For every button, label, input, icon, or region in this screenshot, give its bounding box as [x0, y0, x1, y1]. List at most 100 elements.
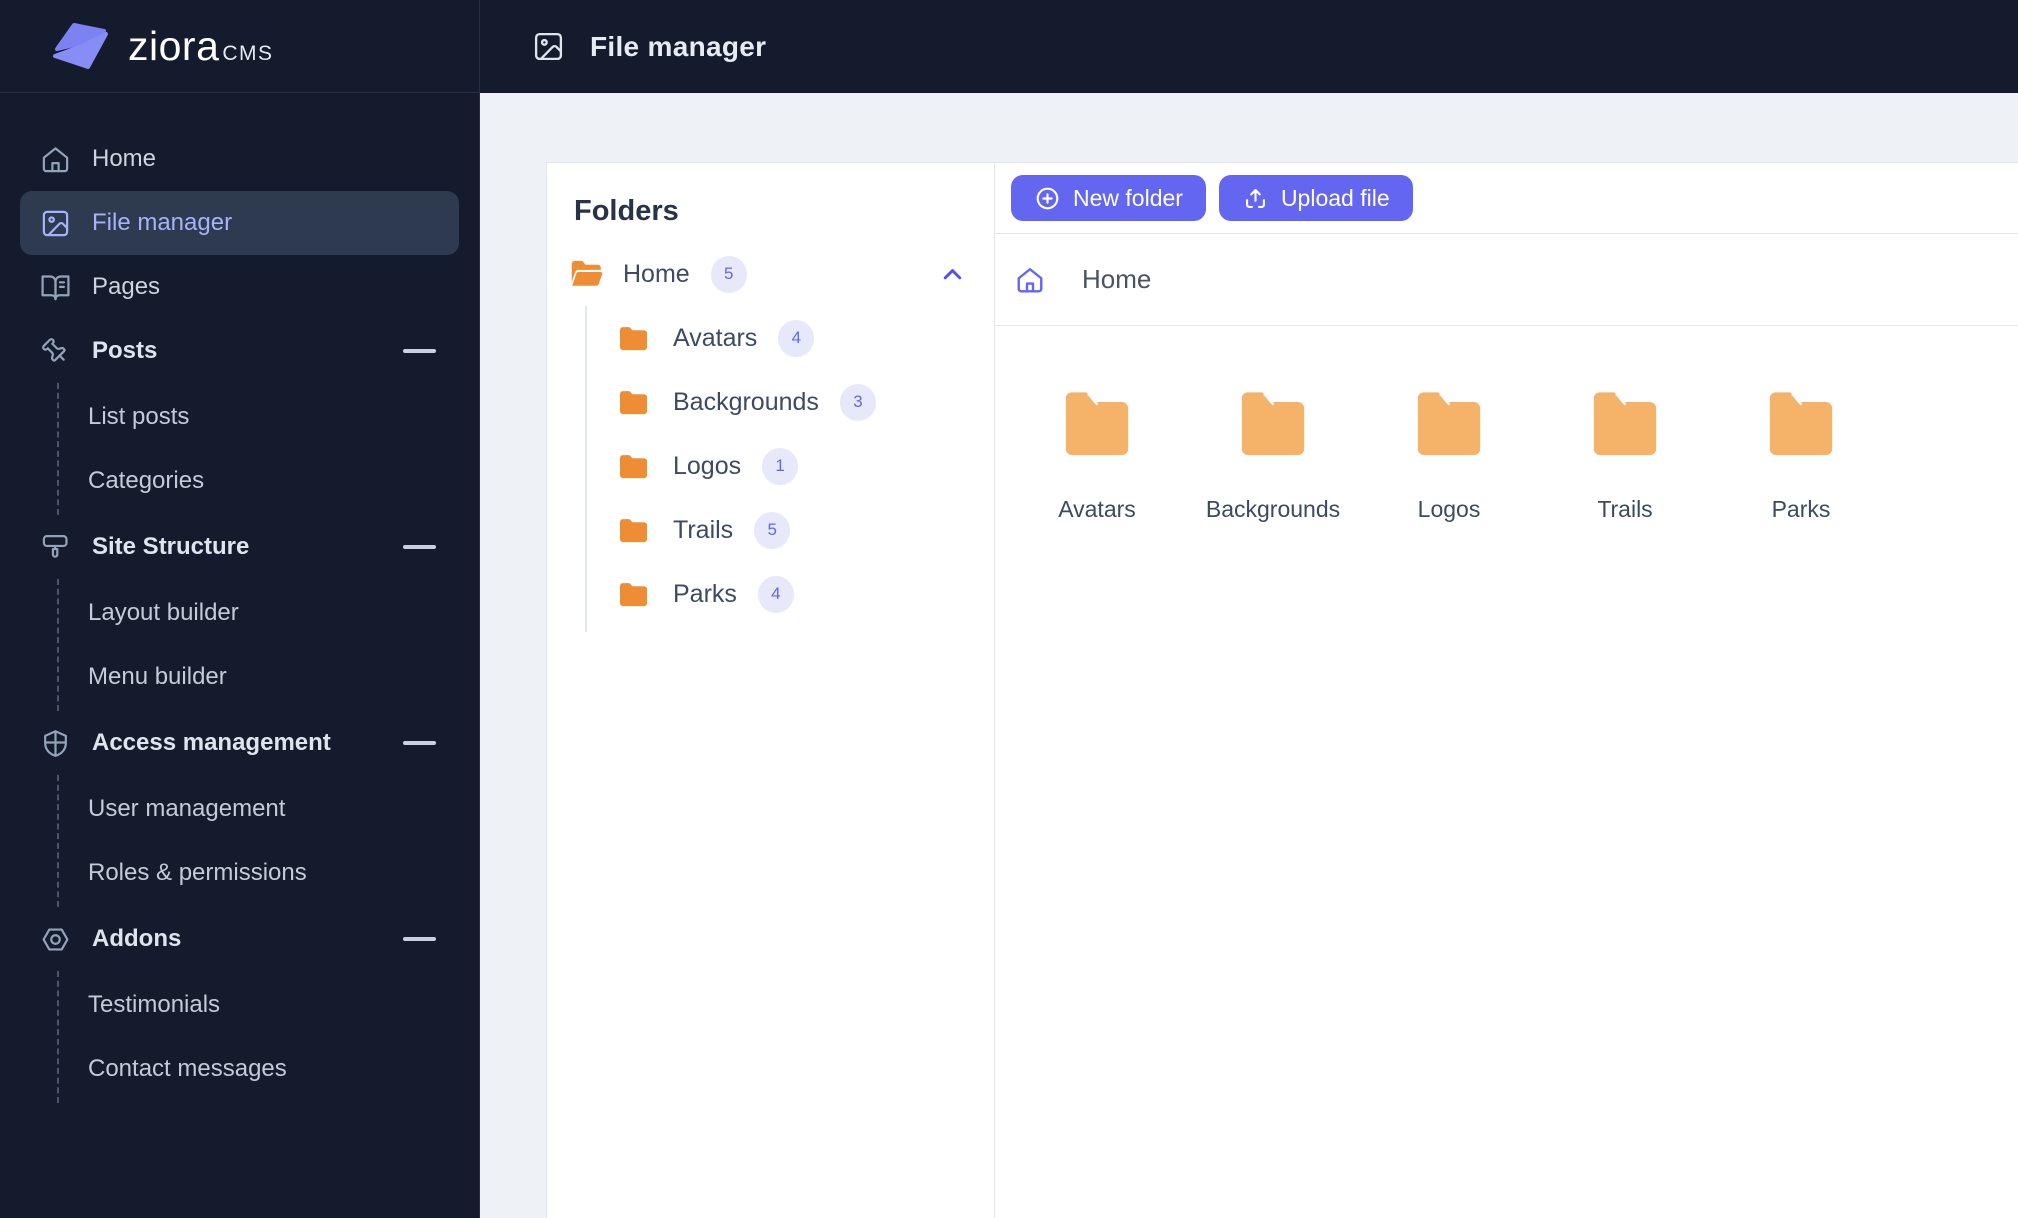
- folders-pane-title: Folders: [574, 195, 679, 227]
- shield-icon: [44, 729, 67, 757]
- grid-folder-avatars[interactable]: Avatars: [1022, 386, 1172, 523]
- sidebar-group-access-management[interactable]: Access management: [20, 711, 459, 775]
- sidebar-item-file-manager[interactable]: File manager: [20, 191, 459, 255]
- sidebar-item-label: Pages: [92, 273, 161, 300]
- sidebar-subgroup-posts: List posts Categories: [57, 383, 479, 515]
- grid-folder-label: Parks: [1771, 496, 1831, 522]
- folder-count-badge: 1: [762, 447, 799, 485]
- folder-count-badge: 5: [710, 255, 747, 293]
- tree-item-label: Trails: [673, 515, 734, 544]
- sidebar-group-site-structure[interactable]: Site Structure: [20, 515, 459, 579]
- grid-folder-backgrounds[interactable]: Backgrounds: [1198, 386, 1348, 523]
- grid-folder-trails[interactable]: Trails: [1550, 386, 1700, 523]
- tree-item-backgrounds[interactable]: Backgrounds 3: [587, 370, 994, 434]
- breadcrumb: Home: [995, 234, 2018, 326]
- sidebar-subgroup-access-management: User management Roles & permissions: [57, 775, 479, 907]
- tree-item-logos[interactable]: Logos 1: [587, 434, 994, 498]
- brand-logo-icon: [53, 23, 108, 69]
- collapse-minus-icon[interactable]: [403, 545, 436, 549]
- new-folder-button[interactable]: New folder: [1011, 175, 1206, 221]
- file-manager-card: Folders Home 5 Avatars 4 Backgrounds 3 L…: [546, 162, 2018, 1218]
- folder-icon: [1065, 392, 1129, 456]
- sidebar-group-label: Site Structure: [92, 533, 250, 560]
- sidebar-item-user-management[interactable]: User management: [59, 777, 479, 841]
- folder-tree: Home 5 Avatars 4 Backgrounds 3 Logos 1 T…: [547, 242, 994, 632]
- upload-icon: [1245, 188, 1265, 208]
- sidebar-item-label: Layout builder: [88, 599, 239, 626]
- paint-roller-icon: [42, 534, 68, 558]
- sidebar-item-label: User management: [88, 795, 286, 822]
- tree-item-home[interactable]: Home 5: [547, 242, 994, 306]
- folder-count-badge: 3: [839, 383, 876, 421]
- sidebar-item-contact-messages[interactable]: Contact messages: [59, 1037, 479, 1101]
- collapse-minus-icon[interactable]: [403, 937, 436, 941]
- sidebar-item-menu-builder[interactable]: Menu builder: [59, 645, 479, 709]
- sidebar-subgroup-addons: Testimonials Contact messages: [57, 971, 479, 1103]
- sidebar-item-pages[interactable]: Pages: [20, 255, 459, 319]
- sidebar-item-label: Roles & permissions: [88, 859, 307, 886]
- upload-file-button[interactable]: Upload file: [1218, 175, 1413, 221]
- folder-icon: [620, 518, 647, 542]
- home-icon[interactable]: [1015, 265, 1045, 295]
- sidebar-group-posts[interactable]: Posts: [20, 319, 459, 383]
- sidebar-item-categories[interactable]: Categories: [59, 449, 479, 513]
- book-open-icon: [41, 274, 70, 300]
- tree-item-label: Home: [623, 259, 690, 288]
- circle-plus-icon: [1036, 187, 1059, 209]
- upload-file-button-label: Upload file: [1280, 184, 1390, 211]
- sidebar-item-label: List posts: [88, 403, 190, 430]
- sidebar-nav: Home File manager Pages Posts List posts…: [0, 93, 479, 1103]
- tree-item-label: Backgrounds: [673, 387, 819, 416]
- sidebar-item-label: File manager: [92, 209, 233, 236]
- tree-item-parks[interactable]: Parks 4: [587, 562, 994, 626]
- folder-count-badge: 4: [778, 319, 815, 357]
- brand-name-text: ziora: [128, 22, 220, 69]
- sidebar-item-list-posts[interactable]: List posts: [59, 385, 479, 449]
- grid-folder-label: Backgrounds: [1205, 496, 1341, 522]
- sidebar-group-label: Access management: [92, 729, 331, 756]
- folders-pane: Folders Home 5 Avatars 4 Backgrounds 3 L…: [547, 163, 995, 1218]
- image-icon: [534, 32, 563, 61]
- folder-icon: [620, 326, 647, 350]
- pin-icon: [42, 337, 66, 362]
- files-pane: New folder Upload file Home Avatars Back…: [995, 163, 2018, 1218]
- grid-folder-parks[interactable]: Parks: [1726, 386, 1876, 523]
- folder-icon: [1769, 392, 1833, 456]
- folder-icon: [1417, 392, 1481, 456]
- sidebar-item-roles-permissions[interactable]: Roles & permissions: [59, 841, 479, 905]
- sidebar-item-label: Testimonials: [88, 991, 221, 1018]
- grid-folder-logos[interactable]: Logos: [1374, 386, 1524, 523]
- main-column: File manager Folders Home 5 Avatars 4 Ba…: [480, 0, 2018, 1218]
- sidebar: ziora CMS Home File manager Pages Posts …: [0, 0, 480, 1218]
- grid-folder-label: Avatars: [1058, 496, 1136, 522]
- tree-item-label: Parks: [673, 579, 737, 608]
- sidebar-group-addons[interactable]: Addons: [20, 907, 459, 971]
- tree-item-trails[interactable]: Trails 5: [587, 498, 994, 562]
- sidebar-item-layout-builder[interactable]: Layout builder: [59, 581, 479, 645]
- folder-open-icon: [571, 260, 603, 286]
- tree-item-avatars[interactable]: Avatars 4: [587, 306, 994, 370]
- home-icon: [42, 146, 69, 172]
- sidebar-subgroup-site-structure: Layout builder Menu builder: [57, 579, 479, 711]
- sidebar-item-testimonials[interactable]: Testimonials: [59, 973, 479, 1037]
- sidebar-item-label: Contact messages: [88, 1055, 287, 1082]
- sidebar-item-home[interactable]: Home: [20, 127, 459, 191]
- breadcrumb-current: Home: [1082, 264, 1152, 294]
- toolbar: New folder Upload file: [995, 163, 2018, 234]
- page-title: File manager: [590, 30, 767, 62]
- folder-icon: [620, 390, 647, 414]
- brand-logo: ziora CMS: [0, 0, 479, 93]
- tree-item-label: Avatars: [673, 323, 758, 352]
- grid-folder-label: Trails: [1597, 496, 1653, 522]
- folder-icon: [1593, 392, 1657, 456]
- image-icon: [42, 210, 69, 236]
- sidebar-item-label: Categories: [88, 467, 205, 494]
- sidebar-group-label: Addons: [92, 925, 182, 952]
- folder-icon: [1241, 392, 1305, 456]
- sidebar-item-label: Home: [92, 145, 157, 172]
- grid-folder-label: Logos: [1417, 496, 1481, 522]
- collapse-minus-icon[interactable]: [403, 349, 436, 353]
- chevron-up-icon[interactable]: [939, 261, 966, 288]
- folder-icon: [620, 582, 647, 606]
- collapse-minus-icon[interactable]: [403, 741, 436, 745]
